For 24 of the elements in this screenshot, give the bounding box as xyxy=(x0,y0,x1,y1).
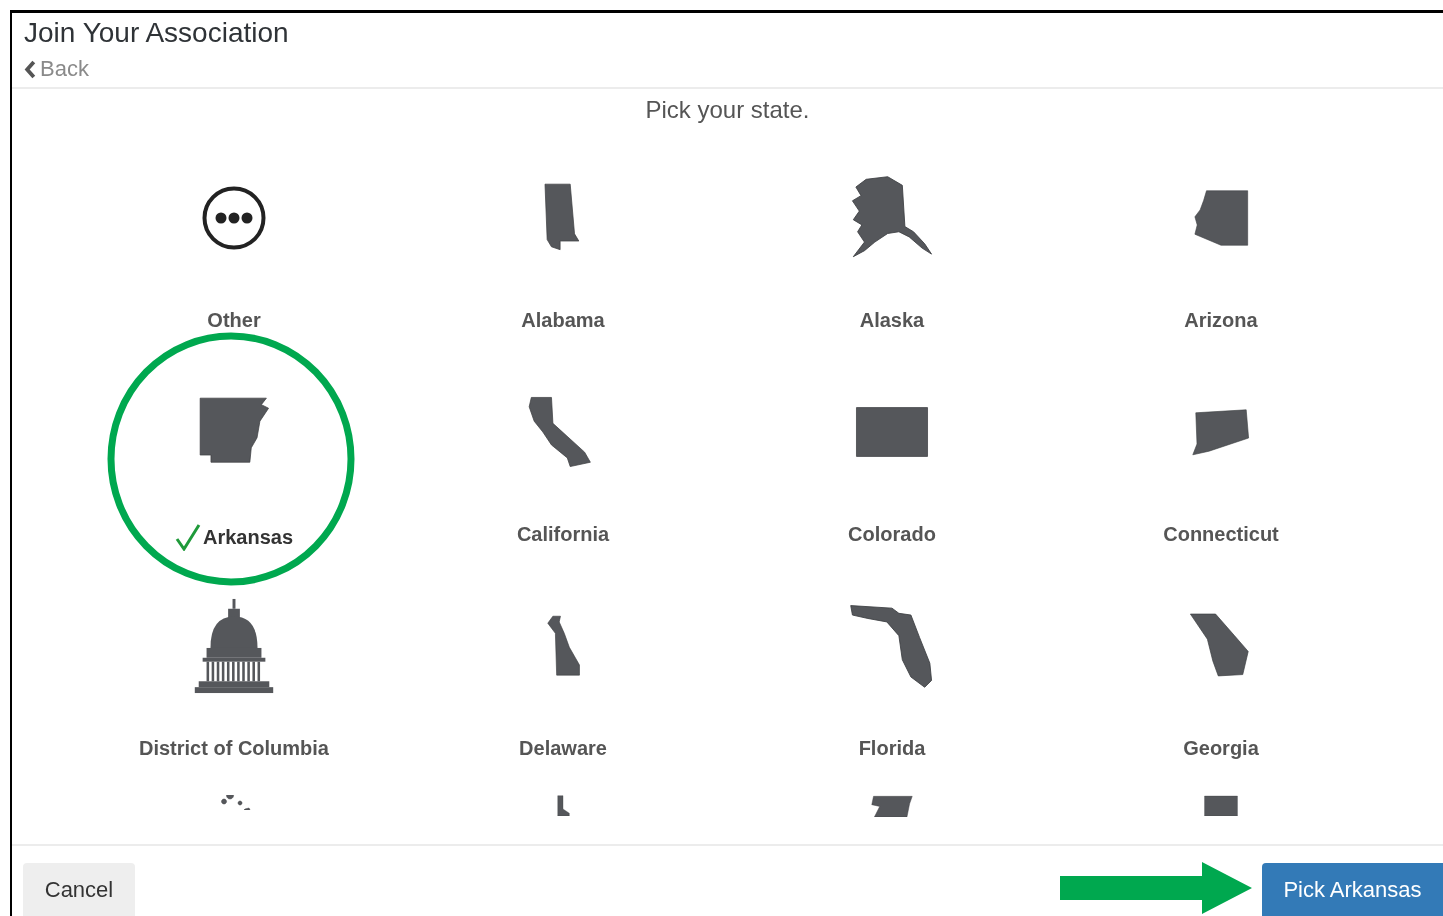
state-option[interactable]: Colorado xyxy=(848,523,936,546)
state-option[interactable]: Arizona xyxy=(1184,309,1258,332)
state-outline-icon xyxy=(556,795,570,816)
state-option[interactable]: Florida xyxy=(858,737,926,760)
more-icon xyxy=(202,186,266,250)
state-option[interactable]: Alabama xyxy=(521,309,605,332)
state-option[interactable]: California xyxy=(516,523,610,546)
state-map-icon xyxy=(1190,408,1252,456)
state-option[interactable]: Delaware xyxy=(519,737,607,760)
state-option[interactable]: Georgia xyxy=(1183,737,1259,760)
state-option[interactable]: Other xyxy=(207,309,261,332)
state-outline-icon xyxy=(1201,795,1241,816)
state-option[interactable]: District of Columbia xyxy=(139,737,329,760)
state-option[interactable]: Connecticut xyxy=(1163,523,1279,546)
instruction-text: Pick your state. xyxy=(645,95,810,125)
page-title: Join Your Association xyxy=(24,16,289,50)
cancel-button[interactable]: Cancel xyxy=(23,863,135,916)
state-option[interactable]: Arkansas xyxy=(174,523,294,551)
state-map-icon xyxy=(855,406,929,458)
state-option[interactable]: Alaska xyxy=(859,309,925,332)
confirm-button[interactable]: Pick Arkansas xyxy=(1262,863,1443,916)
checkmark-icon xyxy=(174,523,201,551)
capitol-building-icon xyxy=(194,597,274,695)
chevron-left-icon xyxy=(24,59,36,79)
